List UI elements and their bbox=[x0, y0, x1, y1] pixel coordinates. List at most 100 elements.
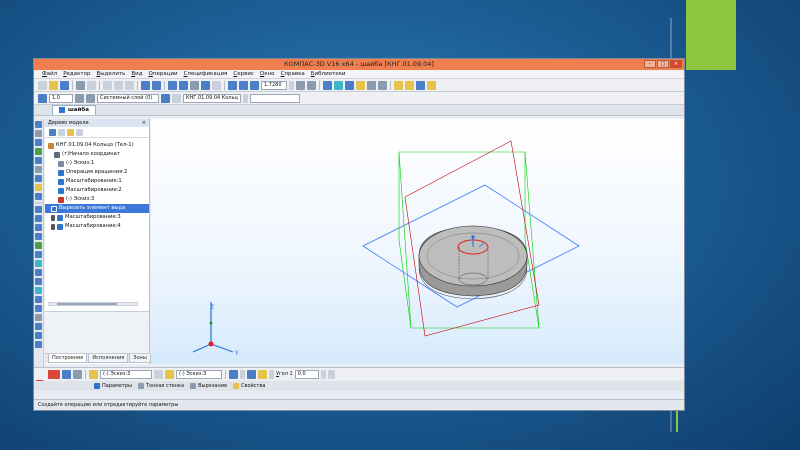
geometry-panel-icon[interactable] bbox=[35, 121, 42, 128]
cut-mode-icon[interactable] bbox=[247, 369, 256, 379]
tree-item-scale-4[interactable]: Масштабирование:4 bbox=[45, 222, 149, 231]
tree-item-cut-extrude[interactable]: Вырезать элемент выда bbox=[45, 204, 149, 213]
perspective-icon[interactable] bbox=[356, 80, 365, 90]
parametrization-panel-icon[interactable] bbox=[35, 157, 42, 164]
print-icon[interactable] bbox=[76, 80, 85, 90]
mode-dropdown-icon[interactable] bbox=[269, 369, 274, 379]
tree-item-sketch-3[interactable]: (-) Эскиз:3 bbox=[45, 195, 149, 204]
menu-window[interactable]: Окно bbox=[260, 71, 275, 77]
angle-spin-icon[interactable] bbox=[320, 369, 326, 379]
dimensions-panel-icon[interactable] bbox=[35, 130, 42, 137]
layer-manager-icon[interactable] bbox=[161, 93, 170, 103]
object-select[interactable]: КНГ.01.09.04 Кольц bbox=[183, 93, 241, 103]
copy-icon[interactable] bbox=[114, 80, 123, 90]
tab-parameters[interactable]: Параметры bbox=[94, 383, 132, 389]
menu-operations[interactable]: Операции bbox=[149, 71, 178, 77]
loft-icon[interactable] bbox=[35, 224, 42, 231]
minimize-button[interactable]: – bbox=[644, 60, 656, 68]
tab-thin-wall[interactable]: Тонкая стенка bbox=[137, 383, 184, 389]
plane-icon[interactable] bbox=[35, 314, 42, 321]
spec-object-icon[interactable] bbox=[35, 341, 42, 348]
close-button[interactable]: × bbox=[670, 60, 682, 68]
orientation-icon[interactable] bbox=[323, 80, 332, 90]
chamfer-icon[interactable] bbox=[35, 251, 42, 258]
menu-specification[interactable]: Спецификация bbox=[184, 71, 228, 77]
tab-construction[interactable]: Построение bbox=[48, 354, 88, 363]
tab-cutting[interactable]: Вырезание bbox=[190, 383, 227, 389]
auto-create-icon[interactable] bbox=[73, 369, 82, 379]
layers-icon[interactable] bbox=[394, 80, 403, 90]
filter-icon[interactable] bbox=[367, 80, 376, 90]
shell-icon[interactable] bbox=[35, 260, 42, 267]
sweep-icon[interactable] bbox=[35, 233, 42, 240]
reverse-icon[interactable] bbox=[258, 369, 267, 379]
revolve-icon[interactable] bbox=[35, 215, 42, 222]
menu-file[interactable]: Файл bbox=[42, 71, 57, 77]
tree-item-scale-2[interactable]: Масштабирование:2 bbox=[45, 186, 149, 195]
tree-expand-icon[interactable] bbox=[76, 128, 83, 136]
step-icon[interactable] bbox=[75, 93, 84, 103]
spec-panel-icon[interactable] bbox=[35, 184, 42, 191]
hole-icon[interactable] bbox=[35, 269, 42, 276]
tree-horizontal-scrollbar[interactable] bbox=[48, 302, 138, 306]
close-tree-icon[interactable]: × bbox=[142, 119, 146, 127]
open-file-icon[interactable] bbox=[49, 80, 58, 90]
preview-icon[interactable] bbox=[87, 80, 96, 90]
angle-lock-icon[interactable] bbox=[327, 369, 335, 379]
zoom-dropdown-icon[interactable] bbox=[289, 80, 294, 90]
handle-point[interactable] bbox=[471, 235, 475, 239]
save-icon[interactable] bbox=[60, 80, 69, 90]
variables-icon[interactable] bbox=[190, 80, 199, 90]
tree-filter-icon[interactable] bbox=[58, 128, 65, 136]
settings-icon[interactable] bbox=[427, 80, 436, 90]
ortho-icon[interactable] bbox=[86, 93, 95, 103]
tree-toggle-icon[interactable] bbox=[168, 80, 177, 90]
mirror-icon[interactable] bbox=[35, 305, 42, 312]
select-panel-icon[interactable] bbox=[35, 175, 42, 182]
stop-command-icon[interactable] bbox=[48, 369, 60, 379]
zoom-window-icon[interactable] bbox=[239, 80, 248, 90]
menu-edit[interactable]: Редактор bbox=[63, 71, 90, 77]
library-icon[interactable] bbox=[201, 80, 210, 90]
menu-libraries[interactable]: Библиотеки bbox=[311, 71, 346, 77]
local-cs-icon[interactable] bbox=[38, 93, 47, 103]
help-icon[interactable] bbox=[212, 80, 221, 90]
editing-panel-icon[interactable] bbox=[35, 148, 42, 155]
tab-zones[interactable]: Зоны bbox=[129, 354, 151, 363]
layer-select[interactable]: Системный слой (0) bbox=[97, 93, 159, 103]
sheet-metal-icon[interactable] bbox=[35, 332, 42, 339]
cut-toolbar-icon[interactable] bbox=[103, 80, 112, 90]
rib-icon[interactable] bbox=[35, 278, 42, 285]
designation-panel-icon[interactable] bbox=[35, 139, 42, 146]
menu-select[interactable]: Выделить bbox=[97, 71, 126, 77]
tab-properties[interactable]: Свойства bbox=[233, 383, 265, 389]
tree-item-root[interactable]: КНГ.01.09.04 Кольцо (Тел-1) bbox=[45, 141, 149, 150]
menu-view[interactable]: Вид bbox=[131, 71, 142, 77]
tree-item-sketch-1[interactable]: (-) Эскиз:1 bbox=[45, 159, 149, 168]
document-tab[interactable]: шайба bbox=[52, 105, 96, 115]
measure-panel-icon[interactable] bbox=[35, 166, 42, 173]
zoom-in-icon[interactable] bbox=[228, 80, 237, 90]
model-viewport[interactable]: Z Y bbox=[151, 119, 684, 364]
sketch-field-1[interactable]: (-) Эскиз:3 bbox=[100, 369, 152, 379]
properties-icon[interactable] bbox=[179, 80, 188, 90]
paste-icon[interactable] bbox=[125, 80, 134, 90]
zoom-select[interactable]: 1.7280 bbox=[261, 80, 287, 90]
tree-item-origin[interactable]: (т)Начало координат bbox=[45, 150, 149, 159]
rotate-view-icon[interactable] bbox=[296, 80, 305, 90]
axis-icon[interactable] bbox=[35, 323, 42, 330]
display-mode-icon[interactable] bbox=[416, 80, 425, 90]
pan-icon[interactable] bbox=[307, 80, 316, 90]
tree-structure-icon[interactable] bbox=[49, 128, 56, 136]
sketch-select-icon-2[interactable] bbox=[165, 369, 174, 379]
array-icon[interactable] bbox=[35, 296, 42, 303]
tab-versions[interactable]: Исполнения bbox=[88, 354, 129, 363]
sketch-edit-icon[interactable] bbox=[154, 369, 163, 379]
scrollbar-thumb[interactable] bbox=[57, 303, 117, 305]
snap-icon[interactable] bbox=[378, 80, 387, 90]
tree-item-scale-3[interactable]: Масштабирование:3 bbox=[45, 213, 149, 222]
shading-icon[interactable] bbox=[334, 80, 343, 90]
zoom-out-icon[interactable] bbox=[250, 80, 259, 90]
undo-icon[interactable] bbox=[141, 80, 150, 90]
surface-icon[interactable] bbox=[35, 287, 42, 294]
